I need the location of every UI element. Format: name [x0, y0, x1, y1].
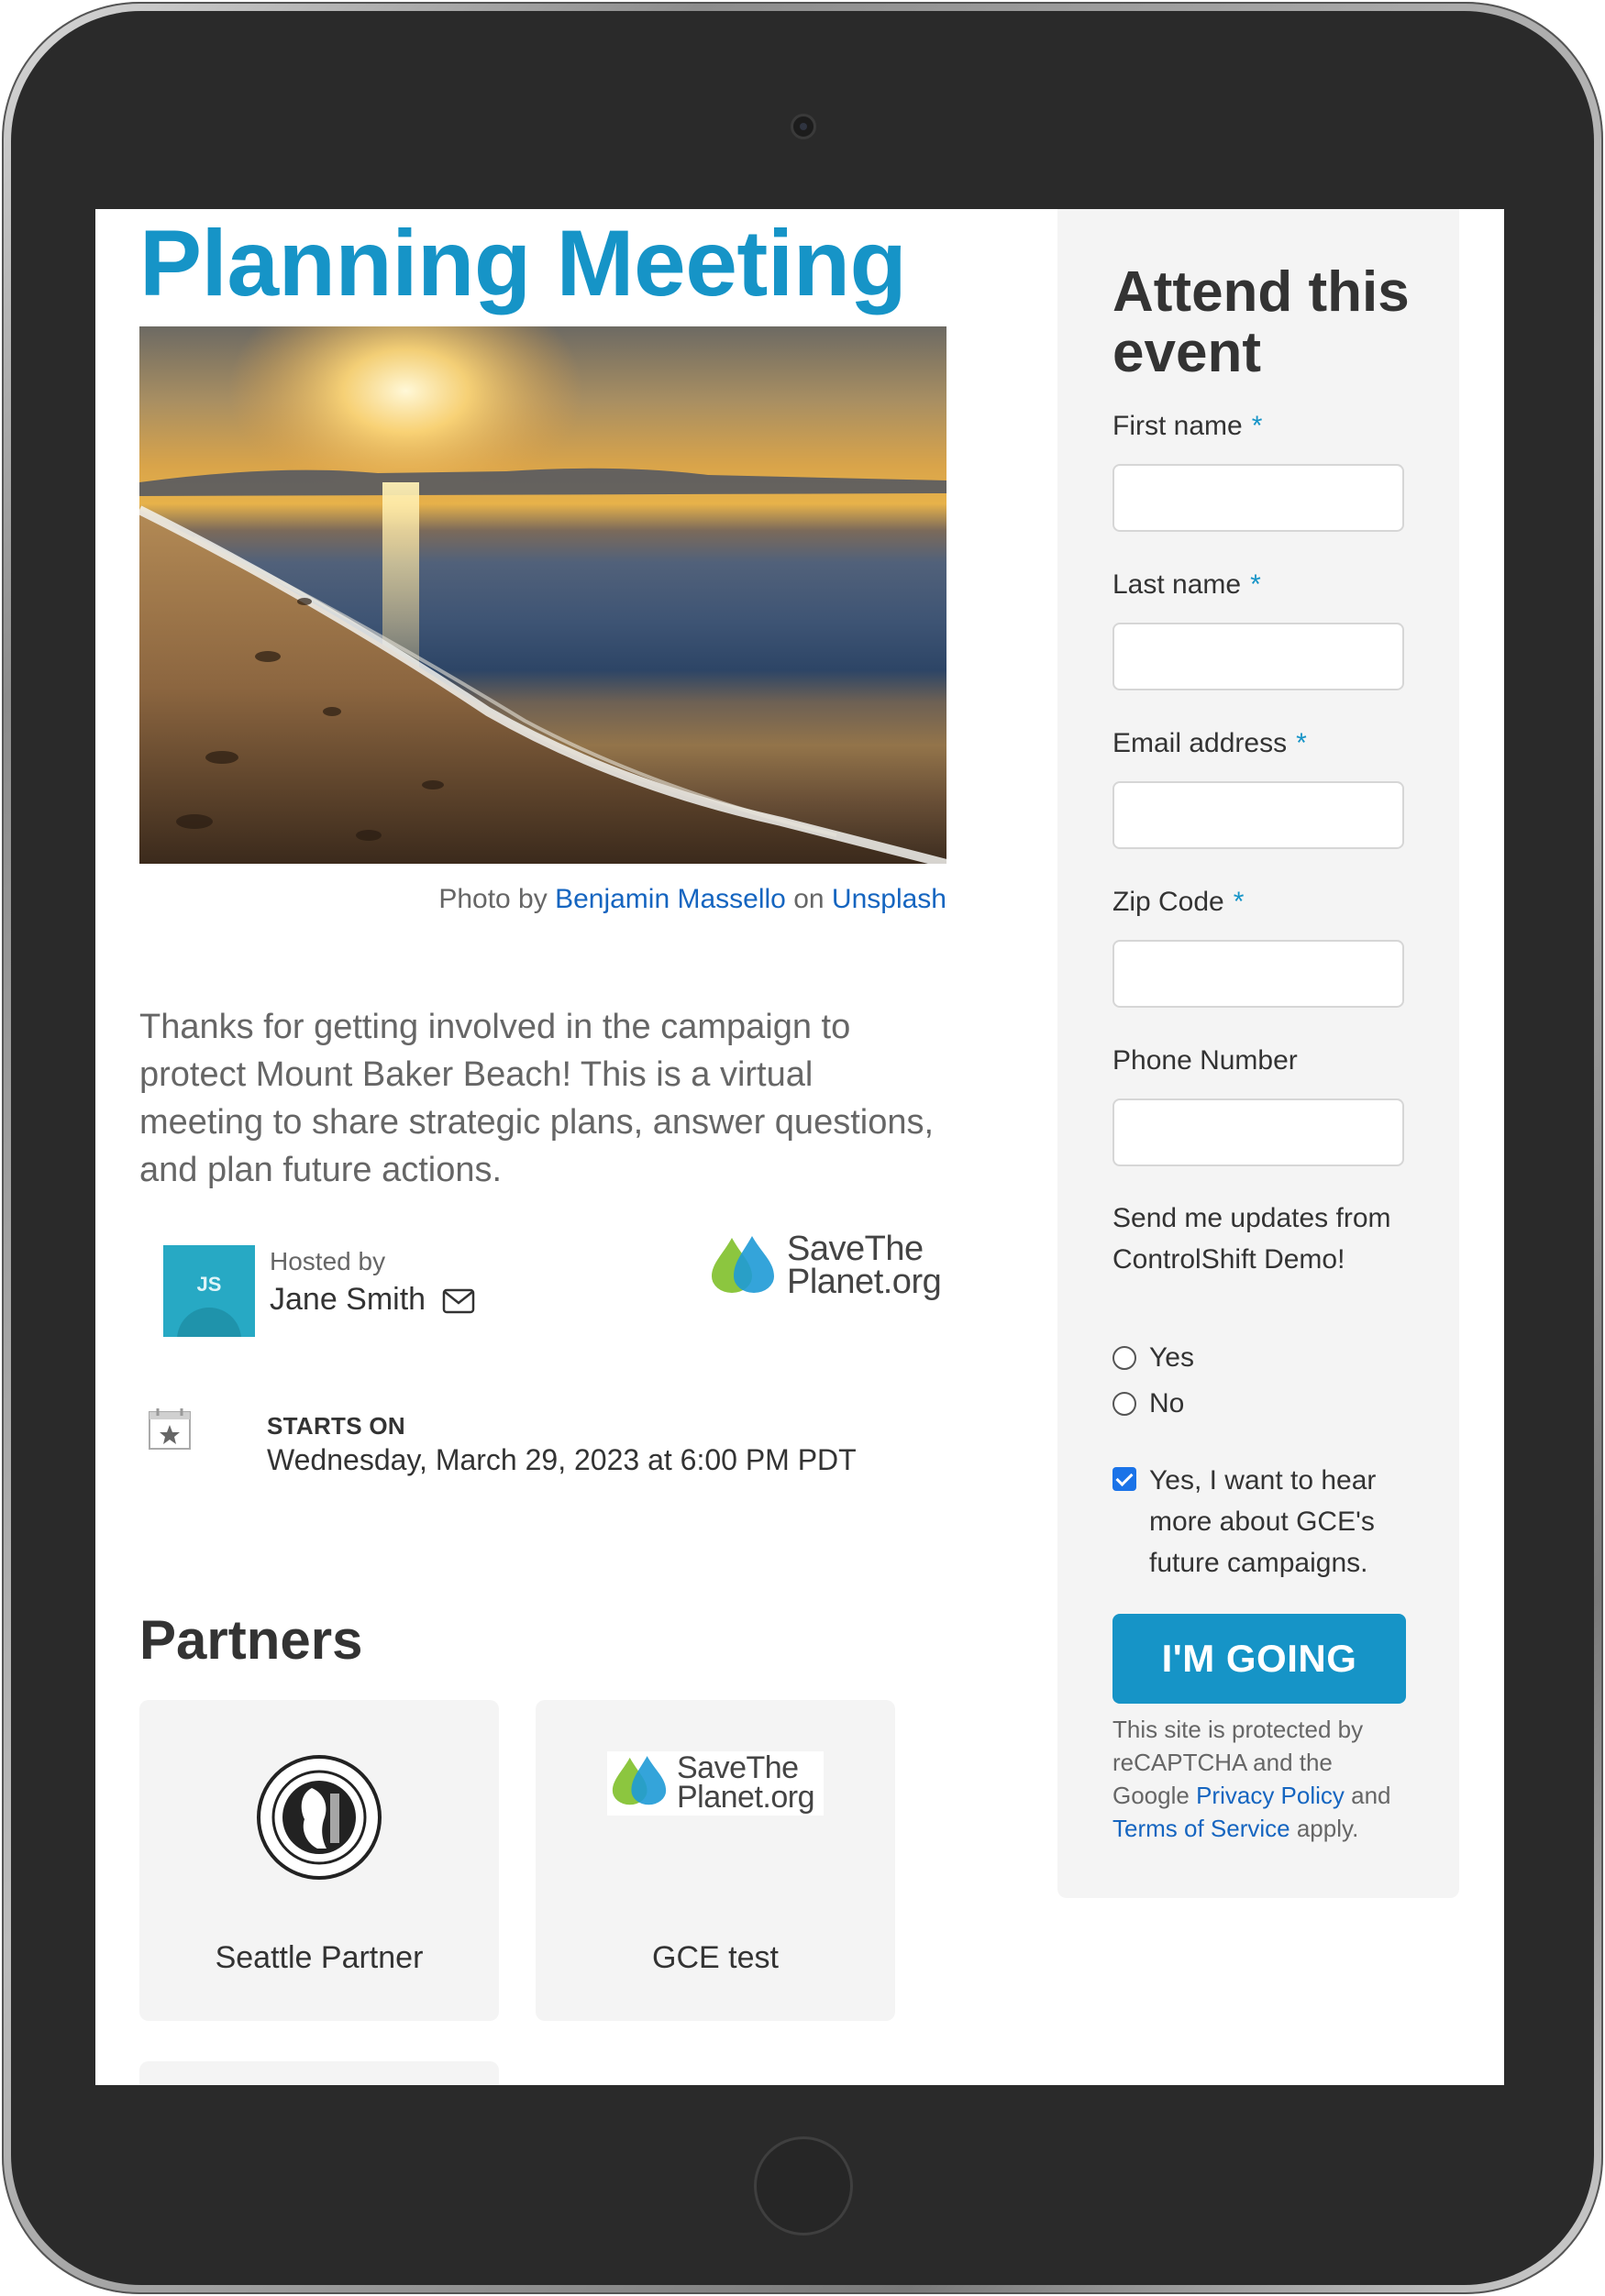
recaptcha-notice: This site is protected by reCAPTCHA and …	[1112, 1713, 1415, 1845]
radio-label: Yes	[1149, 1342, 1194, 1373]
opt-in-label: Yes, I want to hear more about GCE's fut…	[1149, 1465, 1377, 1578]
photo-credit: Photo by Benjamin Massello on Unsplash	[139, 884, 946, 915]
first-name-label: First name *	[1112, 411, 1262, 442]
form-title: Attend this event	[1112, 260, 1410, 384]
required-marker: *	[1296, 728, 1307, 758]
partner-logo: SaveThe Planet.org	[607, 1751, 824, 1816]
hosted-by-label: Hosted by	[270, 1247, 386, 1275]
photo-credit-connector: on	[793, 884, 825, 914]
starts-on-value: Wednesday, March 29, 2023 at 6:00 PM PDT	[267, 1443, 857, 1476]
zip-label: Zip Code *	[1112, 887, 1244, 918]
email-label: Email address *	[1112, 728, 1307, 759]
host-avatar: JS	[163, 1245, 255, 1337]
radio-button[interactable]	[1112, 1346, 1136, 1370]
first-name-label-text: First name	[1112, 411, 1243, 441]
partner-card[interactable]: SaveThe Planet.org GCE test	[536, 1700, 895, 2021]
required-marker: *	[1250, 569, 1261, 600]
photographer-link[interactable]: Benjamin Massello	[555, 884, 786, 914]
host-initials: JS	[196, 1273, 222, 1296]
updates-question: Send me updates from ControlShift Demo!	[1112, 1203, 1391, 1275]
last-name-input[interactable]	[1112, 623, 1404, 690]
opt-in-checkbox[interactable]	[1112, 1467, 1136, 1491]
recaptcha-apply: apply.	[1296, 1815, 1359, 1842]
privacy-policy-link[interactable]: Privacy Policy	[1196, 1782, 1345, 1809]
water-drops-icon	[712, 1236, 774, 1293]
envelope-icon[interactable]	[442, 1287, 475, 1315]
radio-button[interactable]	[1112, 1392, 1136, 1416]
unsplash-link[interactable]: Unsplash	[832, 884, 946, 914]
city-seal-logo	[257, 1755, 382, 1880]
phone-label-text: Phone Number	[1112, 1045, 1298, 1076]
last-name-label-text: Last name	[1112, 569, 1242, 600]
partner-card[interactable]	[139, 2061, 499, 2085]
partner-logo-line-2: Planet.org	[677, 1780, 815, 1815]
home-button[interactable]	[754, 2136, 853, 2235]
email-input[interactable]	[1112, 781, 1404, 849]
calendar-icon	[149, 1408, 191, 1450]
zip-label-text: Zip Code	[1112, 887, 1224, 917]
event-title: Planning Meeting	[139, 211, 907, 315]
required-marker: *	[1251, 411, 1263, 441]
email-label-text: Email address	[1112, 728, 1288, 758]
im-going-button[interactable]: I'M GOING	[1112, 1614, 1406, 1704]
host-name: Jane Smith	[270, 1282, 426, 1317]
starts-on-label: STARTS ON	[267, 1412, 405, 1440]
phone-label: Phone Number	[1112, 1045, 1298, 1076]
first-name-input[interactable]	[1112, 464, 1404, 532]
phone-input[interactable]	[1112, 1098, 1404, 1166]
zip-input[interactable]	[1112, 940, 1404, 1008]
front-camera	[791, 114, 816, 139]
avatar-silhouette	[177, 1308, 241, 1337]
terms-of-service-link[interactable]: Terms of Service	[1112, 1815, 1290, 1842]
partner-card[interactable]: Seattle Partner	[139, 1700, 499, 2021]
organization-logo: SaveThe Planet.org	[706, 1231, 954, 1304]
required-marker: *	[1233, 887, 1245, 917]
partners-heading: Partners	[139, 1609, 363, 1671]
partner-logo-line-1: SaveThe	[677, 1750, 799, 1785]
water-drops-icon	[612, 1756, 667, 1805]
logo-line-1: SaveThe	[787, 1230, 924, 1268]
logo-line-2: Planet.org	[787, 1263, 942, 1301]
event-photo	[139, 326, 946, 864]
rsvp-form-panel: Attend this event First name * Last name *…	[1057, 209, 1459, 1898]
screen: Planning Meeting Photo by Benjamin Masse…	[95, 209, 1504, 2085]
partner-name: GCE test	[652, 1940, 779, 1975]
partner-name: Seattle Partner	[215, 1940, 424, 1975]
recaptcha-and: and	[1351, 1782, 1391, 1809]
radio-label: No	[1149, 1388, 1185, 1418]
event-description: Thanks for getting involved in the campa…	[139, 1008, 935, 1189]
photo-credit-prefix: Photo by	[438, 884, 548, 914]
last-name-label: Last name *	[1112, 569, 1261, 601]
